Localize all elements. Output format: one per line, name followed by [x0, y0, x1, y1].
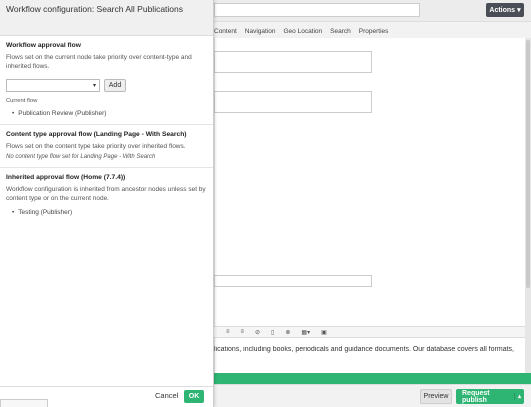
tab-properties[interactable]: Properties	[359, 28, 389, 35]
actions-label: Actions	[489, 6, 516, 14]
editor-body-text[interactable]: lications, including books, periodicals …	[214, 346, 525, 353]
flow-select[interactable]: ▾	[6, 79, 100, 92]
workflow-approval-description: Flows set on the current node take prior…	[6, 54, 192, 70]
workflow-approval-heading: Workflow approval flow	[6, 42, 81, 49]
current-flow-item: • Publication Review (Publisher)	[6, 110, 207, 117]
workflow-dialog: Workflow configuration: Search All Publi…	[0, 0, 214, 407]
inherited-flow-item: • Testing (Publisher)	[6, 209, 207, 216]
content-type-description: Flows set on the content type take prior…	[6, 143, 186, 150]
table-icon[interactable]: ▦▾	[301, 329, 310, 336]
unlink-icon[interactable]: ⊗	[285, 329, 290, 336]
actions-button[interactable]: Actions ▾	[486, 3, 524, 17]
status-strip	[214, 373, 531, 384]
align-right-icon[interactable]: ≡	[241, 329, 245, 335]
inherited-flow-item-label: Testing (Publisher)	[18, 209, 73, 216]
inherited-heading: Inherited approval flow (Home (7.7.4))	[6, 174, 126, 181]
add-flow-row: ▾ Add	[6, 79, 207, 92]
scrollbar-thumb[interactable]	[526, 40, 530, 288]
embed-icon[interactable]: ▣	[321, 329, 327, 336]
textarea-field-1[interactable]	[214, 51, 372, 73]
content-type-heading: Content type approval flow (Landing Page…	[6, 131, 187, 138]
current-flow-item-label: Publication Review (Publisher)	[18, 110, 107, 117]
anchor-icon[interactable]: ▯	[271, 329, 274, 336]
link-icon[interactable]: ⊘	[255, 329, 260, 336]
chevron-up-icon[interactable]: ▴	[514, 393, 524, 400]
add-button[interactable]: Add	[104, 79, 126, 92]
tab-content[interactable]: Content	[214, 28, 237, 35]
current-flow-label: Current flow	[6, 98, 38, 104]
inherited-section: Inherited approval flow (Home (7.7.4)) W…	[0, 168, 213, 223]
request-publish-label: Request publish	[462, 389, 490, 404]
inherited-description: Workflow configuration is inherited from…	[6, 186, 206, 202]
dialog-title: Workflow configuration: Search All Publi…	[6, 4, 184, 14]
bullet-icon: •	[12, 209, 15, 216]
align-icon[interactable]: ≡	[226, 329, 230, 335]
rich-text-toolbar: ≡ ≡ ⊘ ▯ ⊗ ▦▾ ▣	[214, 326, 525, 338]
chevron-down-icon: ▾	[92, 83, 96, 89]
editor-tabs: Content Navigation Geo Location Search P…	[214, 24, 388, 38]
content-type-section: Content type approval flow (Landing Page…	[0, 125, 213, 168]
tab-geo-location[interactable]: Geo Location	[284, 28, 323, 35]
content-type-note: No content type flow set for Landing Pag…	[6, 154, 156, 160]
footer-tab	[0, 399, 48, 407]
cancel-button[interactable]: Cancel	[155, 391, 178, 400]
dialog-header: Workflow configuration: Search All Publi…	[0, 0, 213, 36]
textarea-field-2[interactable]	[214, 91, 372, 113]
page-name-input[interactable]	[214, 3, 420, 17]
request-publish-button[interactable]: Request publish ▴	[456, 389, 524, 404]
preview-button[interactable]: Preview	[420, 389, 452, 404]
ok-button[interactable]: OK	[184, 390, 204, 403]
property-select[interactable]	[214, 275, 372, 287]
tab-search[interactable]: Search	[330, 28, 351, 35]
workflow-approval-section: Workflow approval flow Flows set on the …	[0, 36, 213, 125]
tab-navigation[interactable]: Navigation	[245, 28, 276, 35]
bullet-icon: •	[12, 110, 15, 117]
chevron-down-icon: ▾	[517, 7, 521, 14]
